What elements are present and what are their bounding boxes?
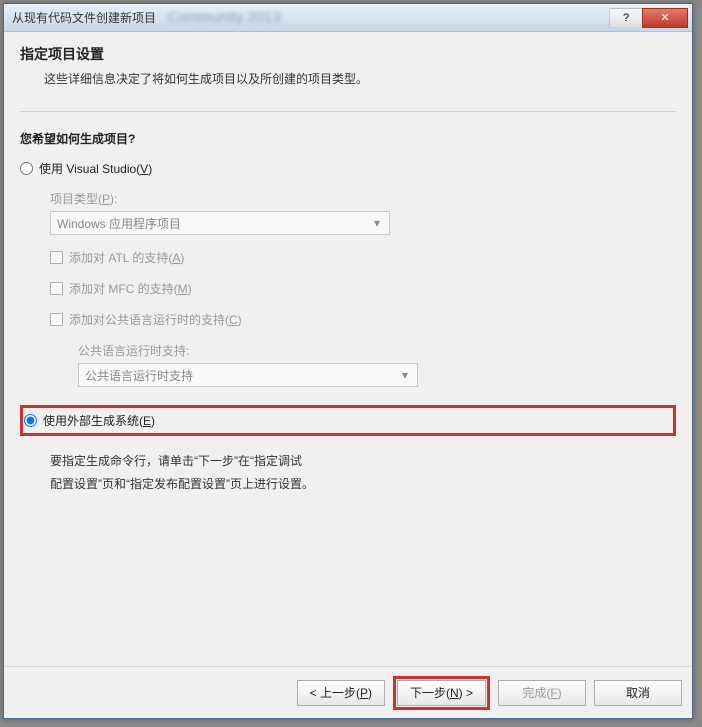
radio-use-external[interactable]: 使用外部生成系统(E) [24,409,653,432]
checkbox-atl-label: 添加对 ATL 的支持(A) [69,249,184,266]
page-title: 指定项目设置 [20,44,676,64]
checkbox-mfc-label: 添加对 MFC 的支持(M) [69,280,192,297]
divider [20,111,676,112]
highlight-external-option: 使用外部生成系统(E) [20,405,676,436]
checkbox-mfc: 添加对 MFC 的支持(M) [50,280,676,297]
titlebar: 从现有代码文件创建新项目 Community 2013 ? ✕ [4,4,692,32]
checkbox-atl: 添加对 ATL 的支持(A) [50,249,676,266]
chevron-down-icon: ▾ [397,367,413,383]
external-info-text: 要指定生成命令行，请单击“下一步”在“指定调试 配置设置”页和“指定发布配置设置… [50,450,676,496]
button-bar: < 上一步(P) 下一步(N) > 完成(F) 取消 [4,666,692,718]
radio-external-label: 使用外部生成系统(E) [43,412,155,429]
checkbox-atl-box[interactable] [50,251,63,264]
highlight-next-button: 下一步(N) > [393,676,490,710]
radio-external-input[interactable] [24,414,37,427]
radio-vs-label: 使用 Visual Studio(V) [39,160,152,177]
page-description: 这些详细信息决定了将如何生成项目以及所创建的项目类型。 [44,70,676,87]
prev-button[interactable]: < 上一步(P) [297,680,385,706]
chevron-down-icon: ▾ [369,215,385,231]
cancel-button[interactable]: 取消 [594,680,682,706]
clr-nested: 公共语言运行时支持: 公共语言运行时支持 ▾ [78,342,676,387]
project-type-value: Windows 应用程序项目 [57,215,181,232]
checkbox-clr: 添加对公共语言运行时的支持(C) [50,311,676,328]
project-type-combobox[interactable]: Windows 应用程序项目 ▾ [50,211,390,235]
checkbox-mfc-box[interactable] [50,282,63,295]
vs-sub-block: 项目类型(P): Windows 应用程序项目 ▾ 添加对 ATL 的支持(A)… [50,180,676,387]
dialog-window: 从现有代码文件创建新项目 Community 2013 ? ✕ 指定项目设置 这… [3,3,693,719]
close-button[interactable]: ✕ [642,8,688,28]
next-button[interactable]: 下一步(N) > [397,680,486,706]
clr-combobox[interactable]: 公共语言运行时支持 ▾ [78,363,418,387]
checkbox-clr-label: 添加对公共语言运行时的支持(C) [69,311,242,328]
clr-combobox-value: 公共语言运行时支持 [85,367,193,384]
close-icon: ✕ [660,11,669,24]
help-icon: ? [623,12,629,24]
clr-sub-label: 公共语言运行时支持: [78,342,676,359]
dialog-content: 指定项目设置 这些详细信息决定了将如何生成项目以及所创建的项目类型。 您希望如何… [4,32,692,666]
radio-use-visual-studio[interactable]: 使用 Visual Studio(V) [20,157,676,180]
finish-button[interactable]: 完成(F) [498,680,586,706]
help-button[interactable]: ? [609,8,643,28]
window-title: 从现有代码文件创建新项目 Community 2013 [12,9,610,26]
question-label: 您希望如何生成项目? [20,130,676,147]
titlebar-blur-text: Community 2013 [167,9,280,26]
radio-vs-input[interactable] [20,162,33,175]
checkbox-clr-box[interactable] [50,313,63,326]
project-type-label: 项目类型(P): [50,190,676,207]
